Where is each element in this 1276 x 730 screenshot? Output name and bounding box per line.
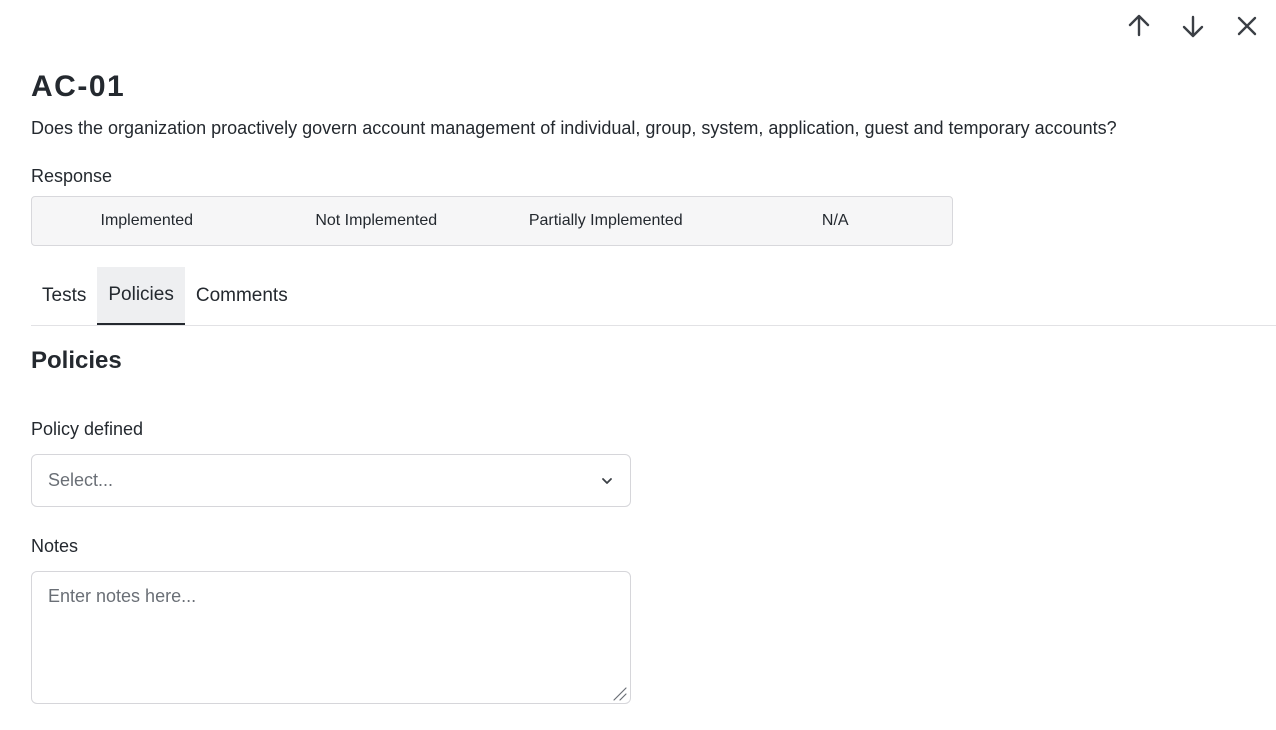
resize-handle-icon[interactable] [612,686,628,702]
notes-textarea[interactable] [31,571,631,704]
tab-policies[interactable]: Policies [97,267,185,325]
detail-tabs: Tests Policies Comments [31,267,1276,326]
close-button[interactable] [1222,8,1272,44]
notes-label: Notes [31,536,79,556]
control-question: Does the organization proactively govern… [31,118,1117,138]
response-option-not-implemented[interactable]: Not Implemented [262,197,492,245]
chevron-down-icon [602,477,612,484]
policy-defined-placeholder: Select... [48,470,114,490]
arrow-up-icon [1128,14,1150,37]
next-control-button[interactable] [1168,8,1218,44]
tab-tests[interactable]: Tests [31,267,97,325]
response-option-na[interactable]: N/A [721,197,951,245]
tab-comments[interactable]: Comments [185,267,299,325]
response-label: Response [31,166,113,186]
control-detail-panel: AC-01 Does the organization proactively … [0,0,1276,730]
close-icon [1237,16,1257,36]
response-segmented-control: Implemented Not Implemented Partially Im… [31,196,953,246]
arrow-down-icon [1182,15,1204,38]
policy-defined-label: Policy defined [31,419,144,439]
panel-nav [1114,8,1272,44]
previous-control-button[interactable] [1114,8,1164,44]
policy-defined-select[interactable]: Select... [31,454,631,507]
section-title: Policies [31,347,122,374]
response-option-implemented[interactable]: Implemented [32,197,262,245]
response-option-partially-implemented[interactable]: Partially Implemented [491,197,721,245]
control-id: AC-01 [31,70,126,103]
